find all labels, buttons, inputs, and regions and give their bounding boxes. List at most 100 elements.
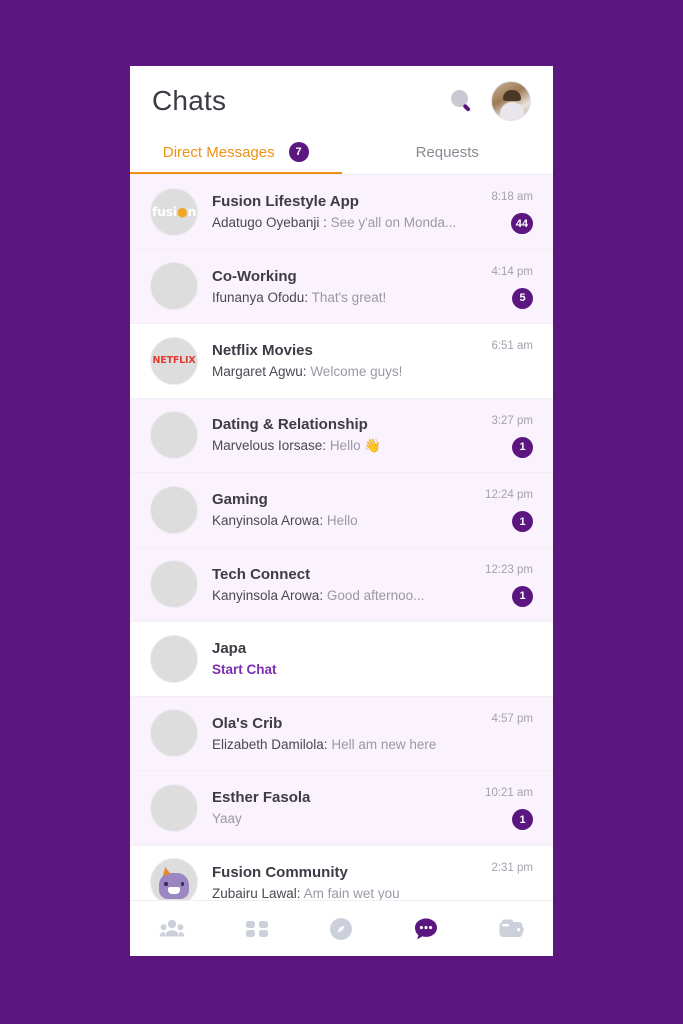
chat-row[interactable]: Ola's Crib Elizabeth Damilola: Hell am ne… — [130, 696, 553, 771]
chat-row[interactable]: Gaming Kanyinsola Arowa: Hello 12:24 pm 1 — [130, 473, 553, 548]
chat-preview-sender: Elizabeth Damilola: — [212, 736, 328, 752]
chat-row-body: Dating & Relationship Marvelous Iorsase: … — [212, 416, 481, 454]
tab-direct-messages-label: Direct Messages — [162, 143, 275, 161]
chat-name: Dating & Relationship — [212, 416, 368, 434]
tab-requests[interactable]: Requests — [342, 136, 554, 174]
netflix-logo: NETFLIX — [150, 336, 198, 385]
tab-direct-messages-badge: 7 — [288, 142, 309, 162]
chat-preview-message: Good afternoo... — [326, 587, 425, 603]
chat-row[interactable]: Co-Working Ifunanya Ofodu: That's great! 4… — [130, 249, 553, 324]
chat-row-body: Gaming Kanyinsola Arowa: Hello — [212, 491, 475, 528]
chat-row[interactable]: fusi●n Fusion Lifestyle App Adatugo Oyeban… — [130, 175, 553, 250]
fusion-logo: fusi●n — [150, 187, 198, 236]
chat-timestamp: 6:51 am — [491, 340, 533, 353]
chat-row-meta: 10:21 am 1 — [485, 784, 533, 832]
chat-preview-message: Hello 👋 — [329, 438, 382, 454]
chat-name: Tech Connect — [212, 565, 311, 583]
chat-row-meta: 4:57 pm — [491, 709, 533, 757]
wallet-icon — [498, 918, 524, 940]
chat-name: Esther Fasola — [212, 789, 311, 807]
chat-preview: Start Chat — [212, 662, 277, 678]
chat-row-meta: 12:24 pm 1 — [485, 486, 533, 534]
chat-preview-sender: Margaret Agwu: — [212, 364, 307, 380]
chat-preview: Zubairu Lawal: Am fain wet you — [212, 886, 481, 900]
chat-preview: Elizabeth Damilola: Hell am new here — [212, 737, 481, 752]
chat-name: Fusion Lifestyle App — [212, 193, 359, 211]
chat-bubble-icon — [413, 917, 439, 941]
chat-timestamp: 4:14 pm — [491, 265, 533, 278]
chat-list[interactable]: fusi●n Fusion Lifestyle App Adatugo Oyeban… — [130, 174, 553, 900]
chat-preview-message: Yaay — [212, 811, 242, 827]
chat-row[interactable]: Japa Start Chat — [130, 622, 553, 697]
tab-requests-label: Requests — [415, 143, 479, 161]
nav-people-group[interactable] — [149, 909, 195, 949]
unread-badge: 44 — [510, 213, 533, 235]
nav-wallet[interactable] — [488, 909, 534, 949]
chat-preview: Marvelous Iorsase: Hello 👋 — [212, 438, 481, 454]
chat-row-body: Fusion Community Zubairu Lawal: Am fain w… — [212, 864, 481, 900]
chat-preview-message: Hello — [326, 513, 358, 529]
chat-row-body: Tech Connect Kanyinsola Arowa: Good after… — [212, 566, 475, 603]
chat-row-meta: 2:31 pm — [491, 858, 533, 900]
nav-chats[interactable] — [403, 909, 449, 949]
page-title: Chats — [152, 85, 227, 116]
chat-row-body: Ola's Crib Elizabeth Damilola: Hell am ne… — [212, 715, 481, 752]
chat-row-meta: 4:14 pm 5 — [491, 262, 533, 310]
chat-preview-message: That's great! — [311, 289, 387, 305]
compass-explore-icon — [329, 917, 353, 941]
chat-name: Gaming — [212, 491, 268, 509]
chat-row-body: Netflix Movies Margaret Agwu: Welcome guy… — [212, 342, 481, 379]
chat-row[interactable]: Fusion Community Zubairu Lawal: Am fain w… — [130, 845, 553, 900]
chat-name: Japa — [212, 640, 247, 658]
unread-badge: 1 — [512, 585, 533, 607]
phone-frame: Chats Direct Messages 7 Requests fusi●n F… — [130, 66, 553, 956]
group-photo-office — [150, 560, 198, 609]
header-actions — [451, 81, 531, 121]
chat-timestamp: 2:31 pm — [491, 861, 533, 874]
search-handle — [462, 103, 471, 112]
people-group-icon — [159, 918, 185, 940]
tab-direct-messages[interactable]: Direct Messages 7 — [130, 136, 342, 174]
chat-row-meta: 8:18 am 44 — [491, 188, 533, 236]
chat-preview-message: See y'all on Monda... — [330, 215, 457, 231]
avatar[interactable] — [491, 81, 531, 121]
chat-preview-sender: Zubairu Lawal: — [212, 885, 301, 900]
chat-preview: Margaret Agwu: Welcome guys! — [212, 364, 481, 379]
group-photo-hands — [150, 634, 198, 683]
chat-name: Ola's Crib — [212, 714, 283, 732]
chat-row-meta: 12:23 pm 1 — [485, 560, 533, 608]
person-photo-esther — [150, 783, 198, 832]
chat-row[interactable]: Dating & Relationship Marvelous Iorsase: … — [130, 398, 553, 473]
unread-badge: 1 — [512, 809, 533, 831]
app-header: Chats — [130, 66, 553, 136]
group-photo-friends — [150, 411, 198, 460]
chat-preview-sender: Adatugo Oyebanji : — [212, 215, 327, 231]
chat-row[interactable]: Tech Connect Kanyinsola Arowa: Good after… — [130, 547, 553, 622]
chat-row-meta — [512, 635, 533, 683]
chat-name: Fusion Community — [212, 863, 348, 881]
chat-row-body: Esther Fasola Yaay — [212, 789, 475, 826]
chat-name: Co-Working — [212, 267, 297, 285]
chat-row-meta: 3:27 pm 1 — [491, 411, 533, 459]
chat-preview-sender: Marvelous Iorsase: — [212, 438, 327, 454]
nav-dashboard[interactable] — [234, 909, 280, 949]
chat-row-body: Co-Working Ifunanya Ofodu: That's great! — [212, 268, 481, 305]
chat-row[interactable]: Esther Fasola Yaay 10:21 am 1 — [130, 771, 553, 846]
screen-background: Chats Direct Messages 7 Requests fusi●n F… — [0, 0, 683, 1024]
chat-timestamp: 10:21 am — [485, 787, 533, 800]
chat-timestamp: 4:57 pm — [491, 712, 533, 725]
search-icon[interactable] — [451, 90, 473, 112]
nav-explore[interactable] — [318, 909, 364, 949]
tab-bar: Direct Messages 7 Requests — [130, 136, 553, 174]
group-photo-gaming — [150, 485, 198, 534]
chat-preview: Yaay — [212, 811, 475, 826]
chat-timestamp: 12:23 pm — [485, 563, 533, 576]
chat-preview-sender: Kanyinsola Arowa: — [212, 587, 324, 603]
chat-timestamp: 12:24 pm — [485, 489, 533, 502]
chat-timestamp: 3:27 pm — [491, 414, 533, 427]
chat-preview-message: Am fain wet you — [303, 885, 400, 900]
chat-row-body: Japa Start Chat — [212, 640, 502, 677]
chat-row[interactable]: NETFLIX Netflix Movies Margaret Agwu: Welc… — [130, 324, 553, 399]
chat-preview: Kanyinsola Arowa: Hello — [212, 513, 475, 528]
chat-name: Netflix Movies — [212, 342, 313, 360]
